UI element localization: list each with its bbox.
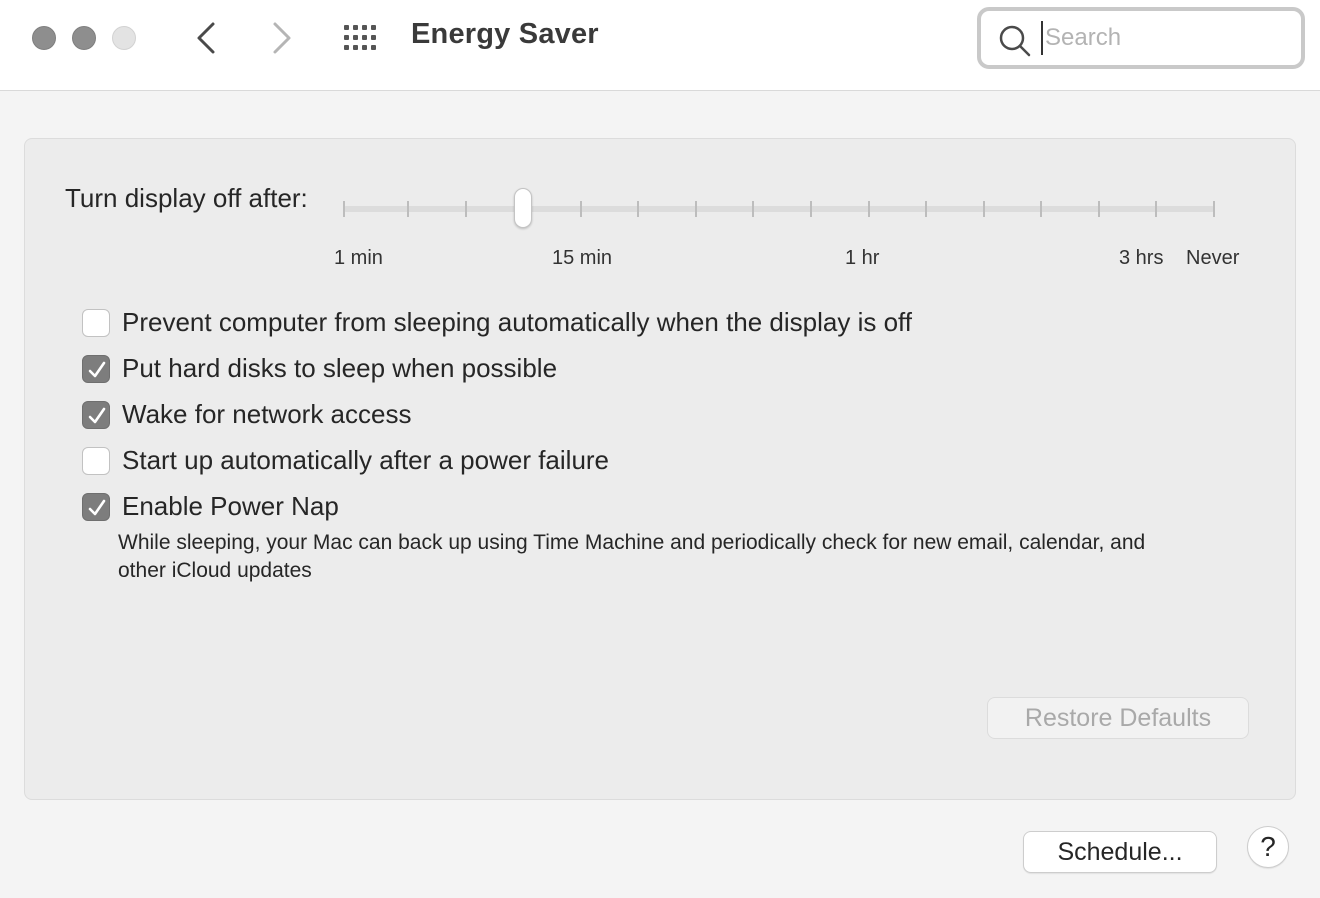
option-label: Prevent computer from sleeping automatic… — [122, 307, 913, 337]
option-label: Start up automatically after a power fai… — [122, 445, 610, 475]
checkmark-icon — [88, 407, 106, 424]
checkbox[interactable] — [82, 309, 110, 337]
title-bar: Energy Saver — [0, 0, 1320, 91]
search-field[interactable] — [977, 7, 1305, 69]
checkmark-icon — [88, 499, 106, 516]
slider-tick — [1040, 201, 1043, 217]
slider-thumb[interactable] — [514, 188, 533, 228]
slider-tick — [1097, 201, 1100, 217]
power-nap-description: While sleeping, your Mac can back up usi… — [118, 531, 1146, 582]
slider-track — [343, 206, 1215, 212]
slider-tick — [343, 201, 345, 217]
tick-label-1-min: 1 min — [334, 247, 383, 269]
display-off-slider[interactable] — [343, 188, 1215, 228]
slider-tick — [407, 201, 409, 217]
slider-tick — [579, 201, 582, 217]
slider-tick — [810, 201, 812, 217]
settings-panel: Turn display off after: 1 min 15 min 1 h… — [24, 138, 1296, 800]
slider-tick — [637, 201, 640, 217]
checkbox[interactable] — [82, 493, 110, 521]
grid-icon — [344, 25, 376, 50]
chevron-right-icon — [273, 22, 291, 54]
slider-tick — [925, 201, 928, 217]
chevron-left-icon — [197, 22, 215, 54]
restore-defaults-button[interactable]: Restore Defaults — [987, 697, 1249, 739]
forward-button[interactable] — [264, 20, 298, 56]
close-window-button[interactable] — [32, 26, 56, 50]
slider-tick — [982, 201, 985, 217]
schedule-button[interactable]: Schedule... — [1023, 831, 1217, 873]
option-label: Enable Power Nap — [122, 491, 339, 521]
search-icon — [999, 25, 1031, 57]
slider-tick — [1213, 201, 1215, 217]
slider-tick — [1155, 201, 1158, 217]
minimize-window-button[interactable] — [72, 26, 96, 50]
slider-tick — [867, 201, 870, 217]
checkbox[interactable] — [82, 401, 110, 429]
help-button[interactable]: ? — [1247, 826, 1289, 868]
checkbox[interactable] — [82, 447, 110, 475]
display-off-label: Turn display off after: — [65, 183, 308, 213]
slider-tick — [464, 201, 467, 217]
back-button[interactable] — [190, 20, 224, 56]
search-input[interactable] — [1041, 21, 1285, 55]
option-label: Wake for network access — [122, 399, 412, 429]
option-label: Put hard disks to sleep when possible — [122, 353, 558, 383]
tick-label-1-hr: 1 hr — [845, 247, 880, 269]
tick-label-3-hrs: 3 hrs — [1119, 247, 1164, 269]
tick-label-15-min: 15 min — [552, 247, 613, 269]
tick-label-never: Never — [1186, 247, 1240, 269]
slider-tick — [752, 201, 755, 217]
window-title: Energy Saver — [411, 18, 599, 50]
checkmark-icon — [88, 361, 106, 378]
show-all-button[interactable] — [342, 22, 382, 54]
checkbox[interactable] — [82, 355, 110, 383]
zoom-window-button[interactable] — [112, 26, 136, 50]
slider-tick — [694, 201, 697, 217]
